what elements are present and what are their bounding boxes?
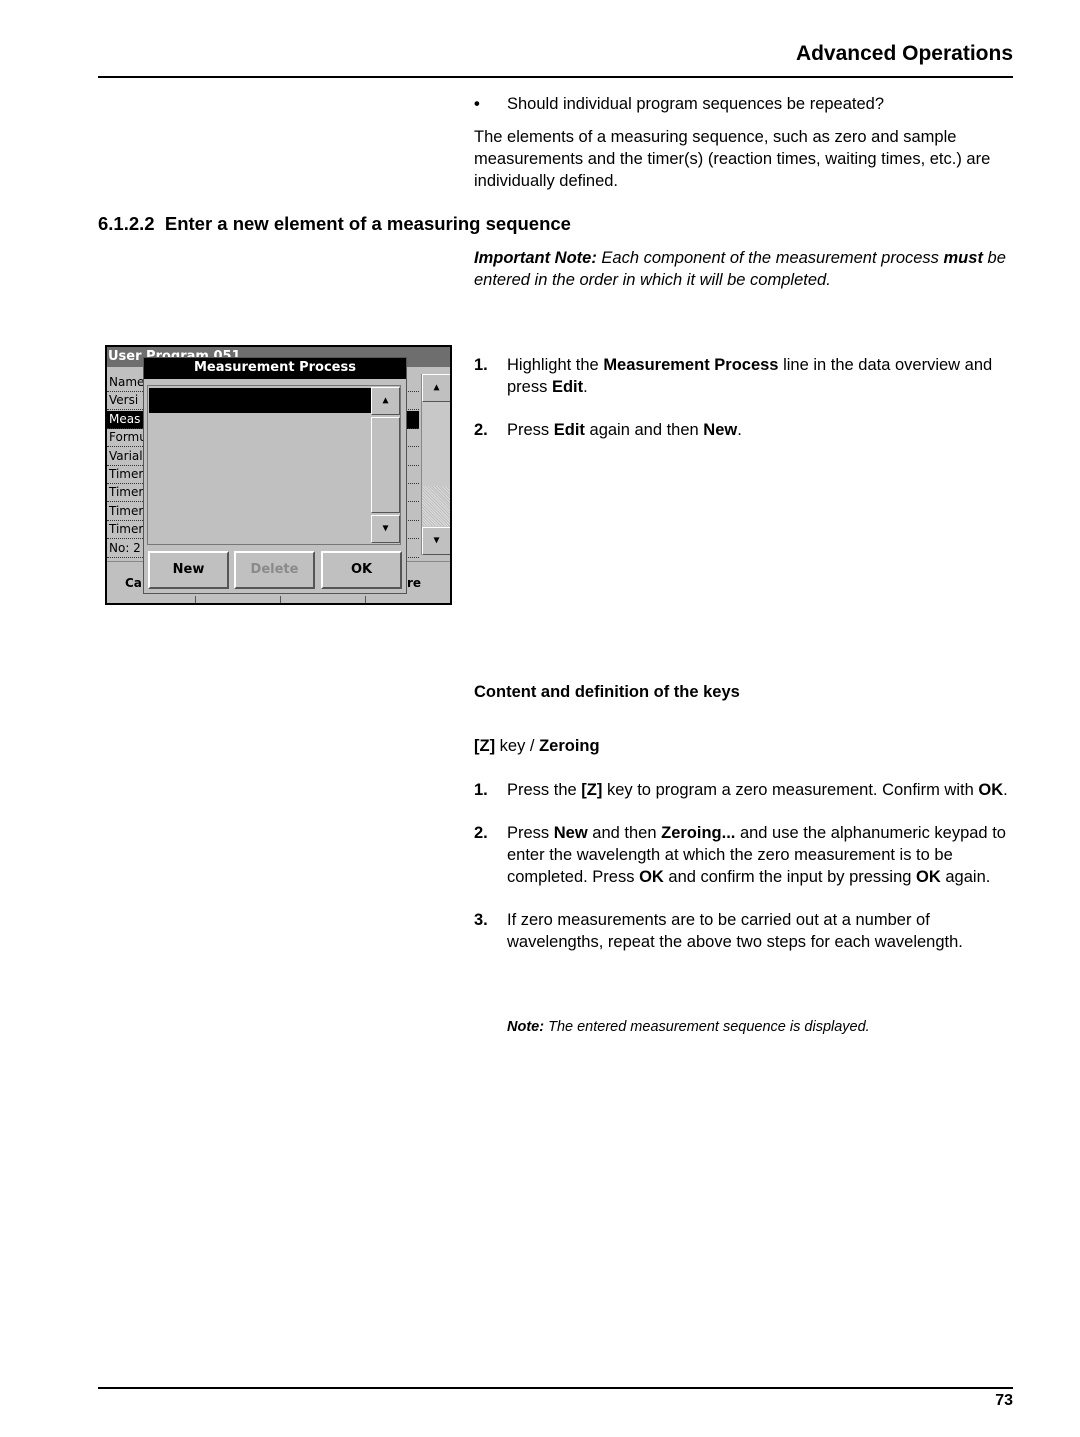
manual-page: Advanced Operations • Should individual p… xyxy=(0,0,1080,1437)
keys-heading: Content and definition of the keys xyxy=(474,683,740,701)
step-2: 2. Press Edit again and then New. xyxy=(474,421,742,439)
bullet-icon: • xyxy=(474,95,480,113)
dialog-title: Measurement Process xyxy=(144,358,406,379)
steps-list: 1. Highlight the Measurement Process line… xyxy=(474,354,1014,441)
zeroing-steps: 1. Press the [Z] key to program a zero me… xyxy=(474,779,1014,974)
step-1: 1. Highlight the Measurement Process line… xyxy=(474,356,993,396)
measurement-process-dialog: Measurement Process ▲ ▼ New Delete OK xyxy=(143,357,407,594)
selected-list-row[interactable] xyxy=(149,388,371,413)
header-rule xyxy=(98,76,1013,78)
background-scrollbar[interactable]: ▲ ▼ xyxy=(421,374,450,555)
scroll-up-icon[interactable]: ▲ xyxy=(371,387,400,415)
important-note: Important Note: Each component of the me… xyxy=(474,247,1014,291)
dialog-scrollbar[interactable]: ▲ ▼ xyxy=(371,387,400,543)
intro-bullet: • Should individual program sequences be … xyxy=(474,93,1014,115)
page-header-title: Advanced Operations xyxy=(795,42,1013,65)
footer-rule xyxy=(98,1387,1013,1389)
section-title: Enter a new element of a measuring seque… xyxy=(164,213,571,234)
device-screenshot: User Program 051 NameVersiMeasFormuVaria… xyxy=(105,345,452,605)
ok-button[interactable]: OK xyxy=(321,551,402,589)
page-number: 73 xyxy=(995,1392,1013,1409)
scroll-thumb[interactable] xyxy=(422,486,450,526)
cancel-button[interactable]: Ca xyxy=(125,576,142,590)
zeroing-step: 1. Press the [Z] key to program a zero me… xyxy=(474,781,1008,799)
scroll-track[interactable] xyxy=(371,417,400,513)
zeroing-step: 2. Press New and then Zeroing... and use … xyxy=(474,824,1006,886)
bullet-text: Should individual program sequences be r… xyxy=(507,95,885,113)
section-number: 6.1.2.2 xyxy=(98,213,155,234)
scroll-down-icon[interactable]: ▼ xyxy=(371,515,400,543)
important-text: Each component of the measurement proces… xyxy=(596,249,944,267)
store-button[interactable]: re xyxy=(407,576,421,590)
delete-button[interactable]: Delete xyxy=(234,551,315,589)
keys-subheading: [Z] key / Zeroing xyxy=(474,737,600,755)
important-must: must xyxy=(943,249,983,267)
section-heading: 6.1.2.2 Enter a new element of a measuri… xyxy=(98,213,571,235)
zeroing-step: 3. If zero measurements are to be carried… xyxy=(474,911,963,951)
note: Note: The entered measurement sequence i… xyxy=(507,1019,870,1035)
process-list[interactable]: ▲ ▼ xyxy=(147,385,401,545)
scroll-up-icon[interactable]: ▲ xyxy=(422,374,450,402)
scroll-down-icon[interactable]: ▼ xyxy=(422,527,450,555)
important-label: Important Note: xyxy=(474,249,597,267)
new-button[interactable]: New xyxy=(148,551,229,589)
intro-paragraph: The elements of a measuring sequence, su… xyxy=(474,128,991,190)
